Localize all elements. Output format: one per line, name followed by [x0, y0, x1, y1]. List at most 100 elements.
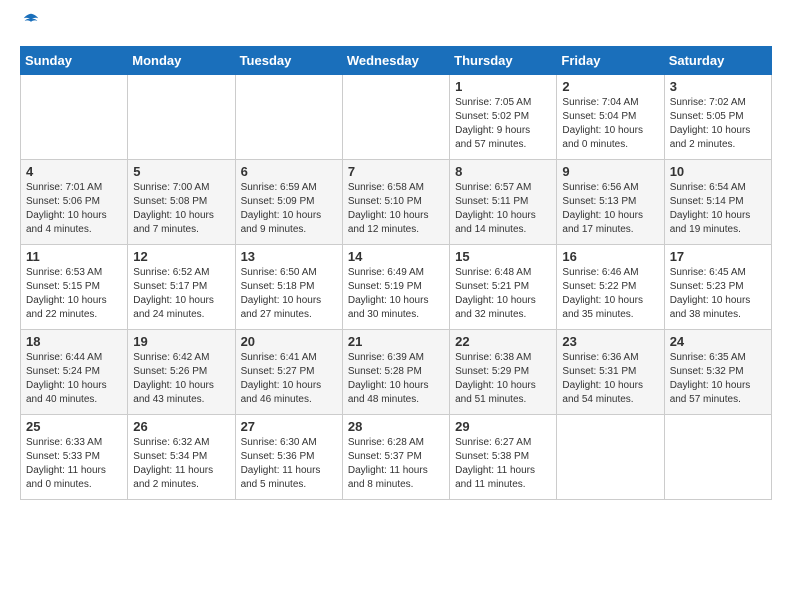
day-info: Sunrise: 6:27 AM Sunset: 5:38 PM Dayligh… [455, 436, 551, 492]
calendar-cell: 11Sunrise: 6:53 AM Sunset: 5:15 PM Dayli… [21, 245, 128, 330]
calendar-cell: 7 Sunrise: 6:58 AM Sunset: 5:10 PM Daylig… [342, 160, 449, 245]
day-info: Sunrise: 7:05 AM Sunset: 5:02 PM Dayligh… [455, 96, 551, 152]
day-info: Sunrise: 6:52 AM Sunset: 5:17 PM Dayligh… [133, 266, 229, 322]
day-info: Sunrise: 7:01 AM Sunset: 5:06 PM Dayligh… [26, 181, 122, 237]
calendar-cell: 14 Sunrise: 6:49 AM Sunset: 5:19 PM Dayli… [342, 245, 449, 330]
day-number: 15 [455, 249, 551, 264]
calendar-cell: 26Sunrise: 6:32 AM Sunset: 5:34 PM Dayli… [128, 415, 235, 500]
day-number: 10 [670, 164, 766, 179]
calendar-cell: 12 Sunrise: 6:52 AM Sunset: 5:17 PM Dayli… [128, 245, 235, 330]
calendar-cell: 23 Sunrise: 6:36 AM Sunset: 5:31 PM Dayli… [557, 330, 664, 415]
calendar-cell: 24 Sunrise: 6:35 AM Sunset: 5:32 PM Dayli… [664, 330, 771, 415]
weekday-header-wednesday: Wednesday [342, 47, 449, 75]
day-info: Sunrise: 6:59 AM Sunset: 5:09 PM Dayligh… [241, 181, 337, 237]
calendar-cell: 17 Sunrise: 6:45 AM Sunset: 5:23 PM Dayli… [664, 245, 771, 330]
calendar-cell: 3Sunrise: 7:02 AM Sunset: 5:05 PM Daylig… [664, 75, 771, 160]
day-number: 8 [455, 164, 551, 179]
day-number: 20 [241, 334, 337, 349]
day-number: 3 [670, 79, 766, 94]
day-info: Sunrise: 6:35 AM Sunset: 5:32 PM Dayligh… [670, 351, 766, 407]
weekday-header-thursday: Thursday [450, 47, 557, 75]
day-number: 13 [241, 249, 337, 264]
calendar-week-row: 25 Sunrise: 6:33 AM Sunset: 5:33 PM Dayli… [21, 415, 772, 500]
calendar-cell: 1 Sunrise: 7:05 AM Sunset: 5:02 PM Daylig… [450, 75, 557, 160]
page-header [20, 20, 772, 30]
calendar-cell: 25 Sunrise: 6:33 AM Sunset: 5:33 PM Dayli… [21, 415, 128, 500]
day-info: Sunrise: 6:38 AM Sunset: 5:29 PM Dayligh… [455, 351, 551, 407]
day-number: 27 [241, 419, 337, 434]
weekday-header-monday: Monday [128, 47, 235, 75]
day-number: 25 [26, 419, 122, 434]
day-number: 16 [562, 249, 658, 264]
day-number: 7 [348, 164, 444, 179]
calendar-week-row: 18 Sunrise: 6:44 AM Sunset: 5:24 PM Dayli… [21, 330, 772, 415]
calendar-cell [21, 75, 128, 160]
calendar-cell: 8 Sunrise: 6:57 AM Sunset: 5:11 PM Daylig… [450, 160, 557, 245]
day-info: Sunrise: 6:44 AM Sunset: 5:24 PM Dayligh… [26, 351, 122, 407]
day-info: Sunrise: 6:50 AM Sunset: 5:18 PM Dayligh… [241, 266, 337, 322]
day-info: Sunrise: 6:53 AM Sunset: 5:15 PM Dayligh… [26, 266, 122, 322]
day-info: Sunrise: 6:39 AM Sunset: 5:28 PM Dayligh… [348, 351, 444, 407]
day-number: 4 [26, 164, 122, 179]
day-info: Sunrise: 6:42 AM Sunset: 5:26 PM Dayligh… [133, 351, 229, 407]
weekday-header-friday: Friday [557, 47, 664, 75]
weekday-header-tuesday: Tuesday [235, 47, 342, 75]
day-number: 18 [26, 334, 122, 349]
calendar-week-row: 4 Sunrise: 7:01 AM Sunset: 5:06 PM Daylig… [21, 160, 772, 245]
calendar-cell [342, 75, 449, 160]
day-number: 19 [133, 334, 229, 349]
day-number: 23 [562, 334, 658, 349]
day-info: Sunrise: 6:49 AM Sunset: 5:19 PM Dayligh… [348, 266, 444, 322]
logo [20, 20, 40, 30]
day-info: Sunrise: 6:45 AM Sunset: 5:23 PM Dayligh… [670, 266, 766, 322]
day-info: Sunrise: 6:30 AM Sunset: 5:36 PM Dayligh… [241, 436, 337, 492]
calendar-week-row: 11Sunrise: 6:53 AM Sunset: 5:15 PM Dayli… [21, 245, 772, 330]
calendar-cell: 9 Sunrise: 6:56 AM Sunset: 5:13 PM Daylig… [557, 160, 664, 245]
day-number: 6 [241, 164, 337, 179]
day-info: Sunrise: 6:54 AM Sunset: 5:14 PM Dayligh… [670, 181, 766, 237]
day-number: 5 [133, 164, 229, 179]
calendar-cell: 2 Sunrise: 7:04 AM Sunset: 5:04 PM Daylig… [557, 75, 664, 160]
day-number: 17 [670, 249, 766, 264]
day-info: Sunrise: 7:00 AM Sunset: 5:08 PM Dayligh… [133, 181, 229, 237]
calendar-cell [235, 75, 342, 160]
day-number: 28 [348, 419, 444, 434]
calendar-cell: 5 Sunrise: 7:00 AM Sunset: 5:08 PM Daylig… [128, 160, 235, 245]
day-number: 24 [670, 334, 766, 349]
day-number: 21 [348, 334, 444, 349]
day-info: Sunrise: 6:57 AM Sunset: 5:11 PM Dayligh… [455, 181, 551, 237]
calendar-cell: 29Sunrise: 6:27 AM Sunset: 5:38 PM Dayli… [450, 415, 557, 500]
calendar-cell: 20 Sunrise: 6:41 AM Sunset: 5:27 PM Dayli… [235, 330, 342, 415]
day-info: Sunrise: 6:32 AM Sunset: 5:34 PM Dayligh… [133, 436, 229, 492]
day-info: Sunrise: 6:46 AM Sunset: 5:22 PM Dayligh… [562, 266, 658, 322]
day-number: 14 [348, 249, 444, 264]
calendar-cell: 10 Sunrise: 6:54 AM Sunset: 5:14 PM Dayli… [664, 160, 771, 245]
day-number: 22 [455, 334, 551, 349]
day-info: Sunrise: 6:36 AM Sunset: 5:31 PM Dayligh… [562, 351, 658, 407]
calendar-cell: 6 Sunrise: 6:59 AM Sunset: 5:09 PM Daylig… [235, 160, 342, 245]
day-number: 9 [562, 164, 658, 179]
day-info: Sunrise: 6:56 AM Sunset: 5:13 PM Dayligh… [562, 181, 658, 237]
calendar-cell: 15 Sunrise: 6:48 AM Sunset: 5:21 PM Dayli… [450, 245, 557, 330]
weekday-header-sunday: Sunday [21, 47, 128, 75]
day-info: Sunrise: 6:41 AM Sunset: 5:27 PM Dayligh… [241, 351, 337, 407]
weekday-header-row: SundayMondayTuesdayWednesdayThursdayFrid… [21, 47, 772, 75]
day-number: 12 [133, 249, 229, 264]
day-info: Sunrise: 6:48 AM Sunset: 5:21 PM Dayligh… [455, 266, 551, 322]
calendar-cell: 28 Sunrise: 6:28 AM Sunset: 5:37 PM Dayli… [342, 415, 449, 500]
calendar-cell: 22 Sunrise: 6:38 AM Sunset: 5:29 PM Dayli… [450, 330, 557, 415]
calendar-table: SundayMondayTuesdayWednesdayThursdayFrid… [20, 46, 772, 500]
calendar-week-row: 1 Sunrise: 7:05 AM Sunset: 5:02 PM Daylig… [21, 75, 772, 160]
calendar-cell: 18 Sunrise: 6:44 AM Sunset: 5:24 PM Dayli… [21, 330, 128, 415]
calendar-cell: 19 Sunrise: 6:42 AM Sunset: 5:26 PM Dayli… [128, 330, 235, 415]
weekday-header-saturday: Saturday [664, 47, 771, 75]
calendar-cell [664, 415, 771, 500]
calendar-cell: 4 Sunrise: 7:01 AM Sunset: 5:06 PM Daylig… [21, 160, 128, 245]
day-info: Sunrise: 6:28 AM Sunset: 5:37 PM Dayligh… [348, 436, 444, 492]
day-number: 1 [455, 79, 551, 94]
day-info: Sunrise: 7:04 AM Sunset: 5:04 PM Dayligh… [562, 96, 658, 152]
day-number: 2 [562, 79, 658, 94]
day-info: Sunrise: 6:33 AM Sunset: 5:33 PM Dayligh… [26, 436, 122, 492]
calendar-cell: 16 Sunrise: 6:46 AM Sunset: 5:22 PM Dayli… [557, 245, 664, 330]
day-info: Sunrise: 6:58 AM Sunset: 5:10 PM Dayligh… [348, 181, 444, 237]
